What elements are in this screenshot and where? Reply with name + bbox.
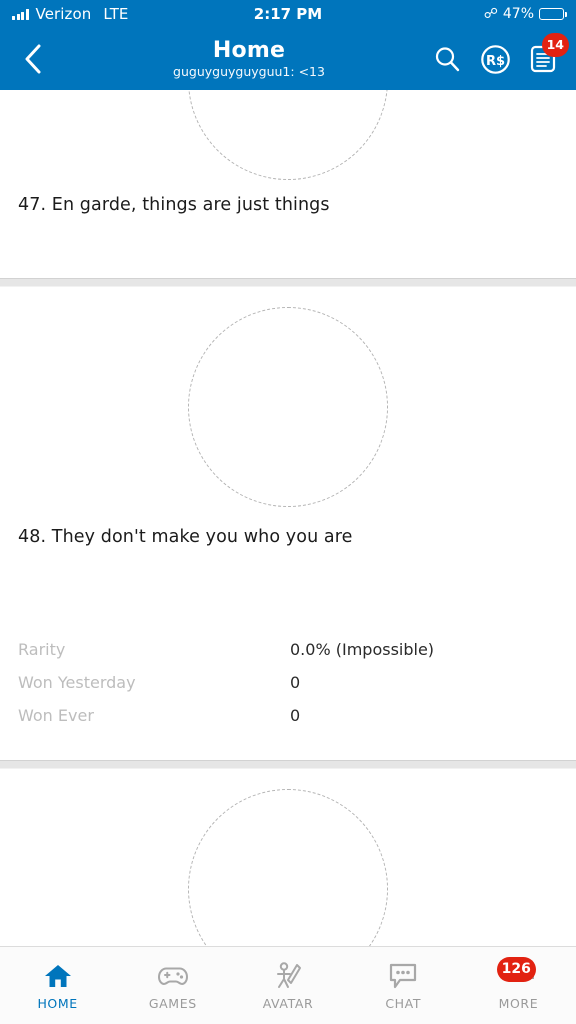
notifications-button[interactable]: 14 bbox=[526, 33, 569, 76]
stat-label: Won Ever bbox=[18, 706, 94, 725]
tab-avatar[interactable]: AVATAR bbox=[230, 947, 345, 1024]
avatar-icon bbox=[273, 961, 303, 991]
stat-value: 0 bbox=[290, 706, 301, 725]
badge-image-wrap bbox=[0, 90, 576, 180]
more-badge: 126 bbox=[496, 956, 536, 982]
signal-strength-icon bbox=[12, 8, 29, 20]
search-icon bbox=[435, 47, 460, 72]
nav-title-group: Home guguyguyguyguu1: <13 bbox=[72, 39, 426, 78]
battery-percent-label: 47% bbox=[502, 6, 534, 22]
stat-row: Won Yesterday 0 bbox=[18, 666, 558, 699]
carrier-label: Verizon bbox=[35, 5, 92, 23]
page-subtitle: guguyguyguyguu1: <13 bbox=[173, 64, 325, 80]
tab-chat[interactable]: CHAT bbox=[346, 947, 461, 1024]
badge-item[interactable]: 48. They don't make you who you are Rari… bbox=[0, 307, 576, 760]
svg-text:R$: R$ bbox=[485, 54, 504, 69]
network-type-label: LTE bbox=[103, 5, 129, 23]
tab-label: MORE bbox=[498, 995, 539, 1011]
status-bar: Verizon LTE 2:17 PM ☍ 47% bbox=[0, 0, 576, 28]
gamepad-icon bbox=[157, 961, 189, 991]
badge-image-wrap bbox=[0, 789, 576, 946]
stat-label: Rarity bbox=[18, 640, 66, 659]
app-root: Verizon LTE 2:17 PM ☍ 47% Home guguyguyg… bbox=[0, 0, 576, 1024]
section-divider bbox=[0, 278, 576, 287]
badge-image-placeholder bbox=[188, 90, 388, 180]
chat-icon bbox=[387, 961, 419, 991]
badge-stats: Rarity 0.0% (Impossible) Won Yesterday 0… bbox=[0, 633, 576, 732]
notifications-badge: 14 bbox=[541, 33, 569, 57]
tab-label: GAMES bbox=[148, 995, 197, 1011]
stat-row: Rarity 0.0% (Impossible) bbox=[18, 633, 558, 666]
stat-value: 0 bbox=[290, 673, 301, 692]
badge-title: 48. They don't make you who you are bbox=[18, 527, 353, 547]
tab-label: CHAT bbox=[385, 995, 422, 1011]
battery-icon bbox=[539, 8, 567, 20]
stat-value: 0.0% (Impossible) bbox=[290, 640, 435, 659]
badge-image-placeholder bbox=[188, 789, 388, 946]
search-button[interactable] bbox=[430, 42, 464, 76]
stat-row: Won Ever 0 bbox=[18, 699, 558, 732]
stat-label: Won Yesterday bbox=[18, 673, 136, 692]
tab-home[interactable]: HOME bbox=[0, 947, 115, 1024]
home-icon bbox=[43, 961, 73, 991]
nav-bar: Home guguyguyguyguu1: <13 R$ 14 bbox=[0, 28, 576, 90]
tab-games[interactable]: GAMES bbox=[115, 947, 230, 1024]
badge-item[interactable] bbox=[0, 789, 576, 946]
bluetooth-icon: ☍ bbox=[483, 6, 498, 22]
tab-more[interactable]: 126 MORE bbox=[461, 947, 576, 1024]
tab-label: HOME bbox=[37, 995, 78, 1011]
badge-title: 47. En garde, things are just things bbox=[18, 195, 330, 215]
badge-list[interactable]: 47. En garde, things are just things Rar… bbox=[0, 90, 576, 946]
page-title: Home bbox=[212, 38, 286, 64]
status-bar-right: ☍ 47% bbox=[483, 6, 567, 22]
tab-label: AVATAR bbox=[262, 995, 314, 1011]
nav-actions: R$ 14 bbox=[430, 33, 569, 76]
more-dots-icon: 126 bbox=[496, 956, 536, 991]
robux-button[interactable]: R$ bbox=[478, 42, 512, 76]
status-bar-left: Verizon LTE bbox=[12, 5, 128, 23]
section-divider bbox=[0, 760, 576, 769]
badge-image-wrap bbox=[0, 307, 576, 507]
chevron-left-icon bbox=[25, 44, 41, 74]
badge-image-placeholder bbox=[188, 307, 388, 507]
badge-item[interactable]: 47. En garde, things are just things Rar… bbox=[0, 90, 576, 393]
tab-bar: HOME GAMES AVATAR CHAT 126 MORE bbox=[0, 946, 576, 1024]
robux-icon: R$ bbox=[480, 44, 510, 74]
back-button[interactable] bbox=[10, 36, 56, 82]
